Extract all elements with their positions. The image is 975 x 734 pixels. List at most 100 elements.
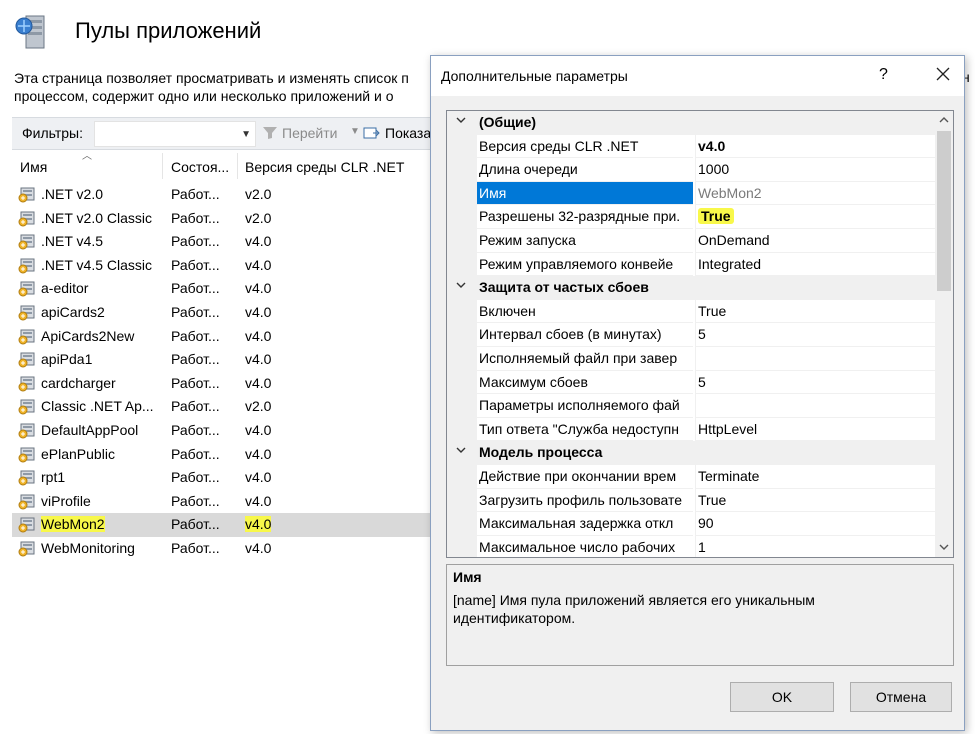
property-value[interactable]: 90	[695, 512, 935, 536]
property-value[interactable]: HttpLevel	[695, 417, 935, 442]
property-grid[interactable]: (Общие) Версия среды CLR .NET v4.0 Длина оч…	[446, 110, 954, 558]
property-name[interactable]: Интервал сбоев (в минутах)	[477, 323, 693, 347]
property-description: Имя [name] Имя пула приложений является …	[446, 564, 954, 666]
property-name[interactable]: Максимум сбоев	[477, 371, 693, 395]
property-row[interactable]: Максимальная задержка откл 90	[447, 512, 935, 536]
pool-row[interactable]: DefaultAppPool Работ... v4.0	[12, 419, 430, 443]
property-value[interactable]	[695, 347, 935, 371]
collapse-icon[interactable]	[455, 114, 467, 126]
property-row[interactable]: Включен True	[447, 299, 935, 324]
pool-row[interactable]: WebMonitoring Работ... v4.0	[12, 537, 430, 561]
property-value[interactable]: v4.0	[695, 134, 935, 159]
column-name[interactable]: Имя	[20, 159, 47, 175]
sort-ascending-icon: ︿	[82, 151, 92, 162]
pool-name: DefaultAppPool	[41, 421, 139, 438]
property-category[interactable]: (Общие)	[447, 111, 935, 135]
property-value[interactable]: 1	[695, 535, 935, 557]
pool-row[interactable]: ApiCards2New Работ... v4.0	[12, 325, 430, 349]
pool-row[interactable]: .NET v2.0 Classic Работ... v2.0	[12, 207, 430, 231]
property-row[interactable]: Загрузить профиль пользовате True	[447, 488, 935, 513]
pool-row[interactable]: WebMon2 Работ... v4.0	[12, 513, 430, 537]
pool-row[interactable]: a-editor Работ... v4.0	[12, 277, 430, 301]
row-gutter	[447, 205, 477, 229]
pool-row[interactable]: viProfile Работ... v4.0	[12, 490, 430, 514]
collapse-icon[interactable]	[455, 444, 467, 456]
property-name[interactable]: Включен	[477, 300, 693, 324]
property-name[interactable]: Версия среды CLR .NET	[477, 135, 693, 159]
vertical-scrollbar[interactable]	[935, 111, 953, 557]
column-divider[interactable]	[237, 153, 238, 179]
pool-row[interactable]: ePlanPublic Работ... v4.0	[12, 443, 430, 467]
column-state[interactable]: Состоя...	[171, 159, 229, 175]
dialog-titlebar[interactable]: Дополнительные параметры ?	[431, 56, 964, 96]
property-row[interactable]: Действие при окончании врем Terminate	[447, 465, 935, 489]
pool-row[interactable]: apiPda1 Работ... v4.0	[12, 348, 430, 372]
filter-combo[interactable]: ▼	[94, 121, 256, 147]
property-value[interactable]: Terminate	[695, 465, 935, 489]
chevron-down-icon[interactable]: ▼	[350, 126, 360, 137]
property-name[interactable]: Разрешены 32-разрядные при.	[477, 205, 693, 229]
pool-row[interactable]: Classic .NET Ap... Работ... v2.0	[12, 395, 430, 419]
property-name[interactable]: Загрузить профиль пользовате	[477, 489, 693, 513]
property-value[interactable]: 1000	[695, 158, 935, 182]
pool-row[interactable]: cardcharger Работ... v4.0	[12, 372, 430, 396]
property-value[interactable]: OnDemand	[695, 229, 935, 253]
property-row[interactable]: Тип ответа "Служба недоступн HttpLevel	[447, 417, 935, 442]
pool-state: Работ...	[171, 469, 220, 486]
property-row[interactable]: Параметры исполняемого фай	[447, 394, 935, 418]
cancel-button[interactable]: Отмена	[850, 682, 952, 712]
chevron-down-icon[interactable]: ▼	[241, 129, 251, 140]
chevron-up-icon[interactable]	[938, 114, 950, 126]
property-value[interactable]: 5	[695, 323, 935, 347]
chevron-down-icon[interactable]	[938, 541, 950, 553]
property-row[interactable]: Имя WebMon2	[447, 181, 935, 206]
pool-row[interactable]: .NET v2.0 Работ... v2.0	[12, 183, 430, 207]
property-row[interactable]: Максимальное число рабочих 1	[447, 535, 935, 557]
property-name[interactable]: Режим запуска	[477, 229, 693, 253]
property-name[interactable]: Максимальное число рабочих	[477, 536, 693, 557]
property-name[interactable]: Исполняемый файл при завер	[477, 347, 693, 371]
column-divider[interactable]	[162, 153, 163, 179]
pool-row[interactable]: .NET v4.5 Работ... v4.0	[12, 230, 430, 254]
goto-button[interactable]: Перейти	[262, 125, 337, 141]
property-value[interactable]: 5	[695, 370, 935, 395]
property-row[interactable]: Версия среды CLR .NET v4.0	[447, 134, 935, 159]
property-value[interactable]	[695, 394, 935, 418]
show-all-button[interactable]: Показат	[363, 125, 437, 141]
property-value[interactable]: True	[695, 205, 935, 229]
category-label: (Общие)	[477, 111, 693, 135]
property-row[interactable]: Длина очереди 1000	[447, 158, 935, 182]
property-name[interactable]: Режим управляемого конвейе	[477, 253, 693, 277]
property-row[interactable]: Интервал сбоев (в минутах) 5	[447, 323, 935, 347]
property-row[interactable]: Режим запуска OnDemand	[447, 229, 935, 253]
property-name[interactable]: Максимальная задержка откл	[477, 512, 693, 536]
property-name[interactable]: Параметры исполняемого фай	[477, 394, 693, 418]
property-row[interactable]: Режим управляемого конвейе Integrated	[447, 252, 935, 277]
property-category[interactable]: Модель процесса	[447, 441, 935, 465]
property-row[interactable]: Максимум сбоев 5	[447, 370, 935, 395]
close-icon[interactable]	[931, 62, 955, 86]
help-button[interactable]: ?	[879, 66, 888, 84]
pool-row[interactable]: .NET v4.5 Classic Работ... v4.0	[12, 254, 430, 278]
pool-name: .NET v2.0 Classic	[41, 209, 152, 226]
ok-button[interactable]: OK	[730, 682, 834, 712]
property-name[interactable]: Тип ответа "Служба недоступн	[477, 418, 693, 442]
property-category[interactable]: Защита от частых сбоев	[447, 276, 935, 300]
property-value[interactable]: True	[695, 299, 935, 324]
property-value[interactable]: True	[695, 488, 935, 513]
property-row[interactable]: Разрешены 32-разрядные при. True	[447, 205, 935, 229]
property-value[interactable]: WebMon2	[695, 181, 935, 206]
property-name[interactable]: Действие при окончании врем	[477, 465, 693, 489]
column-clr-version[interactable]: Версия среды CLR .NET	[245, 159, 404, 175]
pool-row[interactable]: apiCards2 Работ... v4.0	[12, 301, 430, 325]
pool-name: apiCards2	[41, 303, 105, 320]
property-value[interactable]: Integrated	[695, 252, 935, 277]
property-name[interactable]: Длина очереди	[477, 158, 693, 182]
pool-state: Работ...	[171, 256, 220, 273]
pool-row[interactable]: rpt1 Работ... v4.0	[12, 466, 430, 490]
property-name[interactable]: Имя	[477, 181, 693, 206]
pool-clr-version: v4.0	[245, 516, 272, 533]
scrollbar-thumb[interactable]	[937, 131, 951, 291]
collapse-icon[interactable]	[455, 279, 467, 291]
property-row[interactable]: Исполняемый файл при завер	[447, 347, 935, 371]
